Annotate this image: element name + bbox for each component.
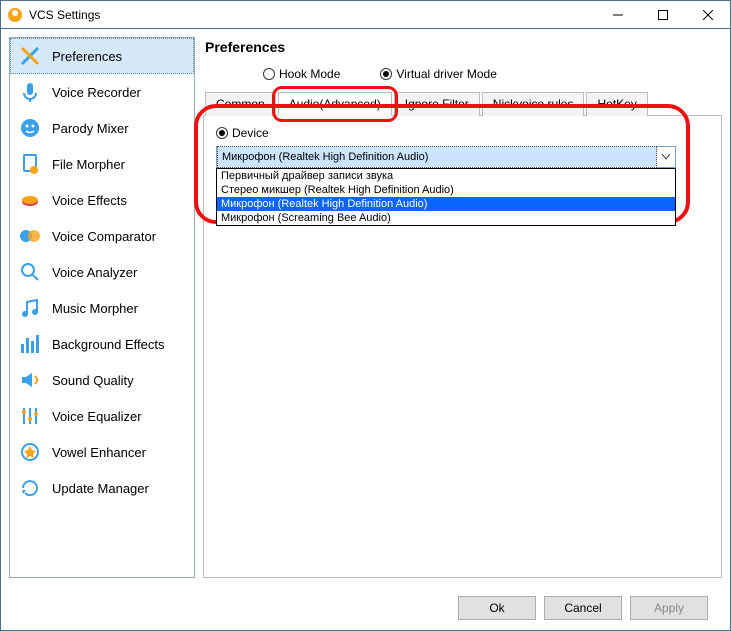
device-radio[interactable]: Device [216, 126, 713, 140]
sidebar-item-file-morpher[interactable]: File Morpher [10, 146, 194, 182]
sidebar-item-voice-recorder[interactable]: Voice Recorder [10, 74, 194, 110]
bars-icon [18, 332, 42, 356]
tab-ignore-filter[interactable]: Ignore Filter [394, 92, 480, 116]
update-icon [18, 476, 42, 500]
sidebar-item-label: Vowel Enhancer [52, 445, 146, 460]
hook-mode-radio[interactable]: Hook Mode [263, 67, 340, 81]
mode-selector: Hook Mode Virtual driver Mode [203, 63, 722, 91]
sidebar-item-sound-quality[interactable]: Sound Quality [10, 362, 194, 398]
cancel-button[interactable]: Cancel [544, 596, 622, 620]
sidebar-item-label: Preferences [52, 49, 122, 64]
sidebar-item-label: Voice Analyzer [52, 265, 137, 280]
close-icon [703, 10, 713, 20]
tab-hotkey[interactable]: HotKey [586, 92, 647, 116]
sidebar-item-label: File Morpher [52, 157, 125, 172]
device-option[interactable]: Микрофон (Screaming Bee Audio) [217, 211, 675, 225]
device-selected-value: Микрофон (Realtek High Definition Audio) [217, 146, 657, 168]
eq-icon [18, 404, 42, 428]
radio-icon [216, 127, 228, 139]
dialog-footer: Ok Cancel Apply [1, 586, 730, 630]
sidebar-item-label: Music Morpher [52, 301, 138, 316]
mouth-icon [18, 188, 42, 212]
sidebar-item-label: Voice Comparator [52, 229, 156, 244]
close-button[interactable] [685, 1, 730, 28]
sidebar-item-voice-equalizer[interactable]: Voice Equalizer [10, 398, 194, 434]
tab-common[interactable]: Common [205, 92, 276, 116]
sidebar-item-label: Parody Mixer [52, 121, 129, 136]
virtual-driver-mode-radio[interactable]: Virtual driver Mode [380, 67, 497, 81]
sidebar-item-music-morpher[interactable]: Music Morpher [10, 290, 194, 326]
device-option[interactable]: Первичный драйвер записи звука [217, 169, 675, 183]
apply-button[interactable]: Apply [630, 596, 708, 620]
app-icon [7, 7, 23, 23]
speaker-icon [18, 368, 42, 392]
mic-icon [18, 80, 42, 104]
radio-icon [380, 68, 392, 80]
page-title: Preferences [205, 39, 722, 55]
device-dropdown: Первичный драйвер записи звукаСтерео мик… [216, 168, 676, 226]
radio-icon [263, 68, 275, 80]
device-option[interactable]: Микрофон (Realtek High Definition Audio) [217, 197, 675, 211]
minimize-icon [613, 10, 623, 20]
compare-icon [18, 224, 42, 248]
hook-mode-label: Hook Mode [279, 67, 340, 81]
device-combobox[interactable]: Микрофон (Realtek High Definition Audio)… [216, 146, 676, 168]
sidebar-item-voice-analyzer[interactable]: Voice Analyzer [10, 254, 194, 290]
virtual-driver-mode-label: Virtual driver Mode [396, 67, 497, 81]
sidebar-item-label: Voice Recorder [52, 85, 141, 100]
window-title: VCS Settings [29, 8, 595, 22]
sidebar-item-label: Update Manager [52, 481, 149, 496]
sidebar-item-label: Sound Quality [52, 373, 134, 388]
tab-audio-advanced-[interactable]: Audio(Advanced) [278, 92, 392, 116]
minimize-button[interactable] [595, 1, 640, 28]
tab-content: Device Микрофон (Realtek High Definition… [203, 116, 722, 578]
sidebar-item-update-manager[interactable]: Update Manager [10, 470, 194, 506]
chevron-down-icon [657, 147, 675, 167]
main-panel: Preferences Hook Mode Virtual driver Mod… [203, 37, 722, 578]
file-icon [18, 152, 42, 176]
analyze-icon [18, 260, 42, 284]
tab-nickvoice-rules[interactable]: Nickvoice rules [482, 92, 585, 116]
device-radio-label: Device [232, 126, 269, 140]
tools-icon [18, 44, 42, 68]
maximize-button[interactable] [640, 1, 685, 28]
maximize-icon [658, 10, 668, 20]
device-option[interactable]: Стерео микшер (Realtek High Definition A… [217, 183, 675, 197]
sidebar-item-label: Voice Equalizer [52, 409, 142, 424]
sidebar-item-voice-comparator[interactable]: Voice Comparator [10, 218, 194, 254]
face-icon [18, 116, 42, 140]
music-icon [18, 296, 42, 320]
sidebar-item-label: Voice Effects [52, 193, 127, 208]
sidebar-item-label: Background Effects [52, 337, 165, 352]
sidebar: Preferences Voice Recorder Parody Mixer Fil… [9, 37, 195, 578]
sidebar-item-voice-effects[interactable]: Voice Effects [10, 182, 194, 218]
sidebar-item-parody-mixer[interactable]: Parody Mixer [10, 110, 194, 146]
sidebar-item-vowel-enhancer[interactable]: Vowel Enhancer [10, 434, 194, 470]
ok-button[interactable]: Ok [458, 596, 536, 620]
sidebar-item-background-effects[interactable]: Background Effects [10, 326, 194, 362]
sidebar-item-preferences[interactable]: Preferences [10, 38, 194, 74]
settings-window: VCS Settings Preferences Voice Recorder Pa… [0, 0, 731, 631]
enhance-icon [18, 440, 42, 464]
tab-bar: CommonAudio(Advanced)Ignore FilterNickvo… [203, 91, 722, 116]
title-bar: VCS Settings [1, 1, 730, 29]
